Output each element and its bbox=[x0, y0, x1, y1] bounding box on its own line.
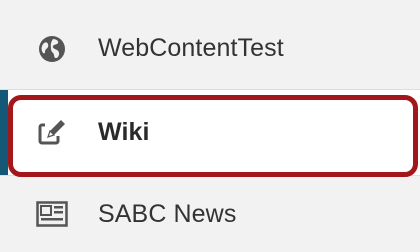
edit-icon bbox=[36, 117, 68, 149]
globe-icon bbox=[36, 33, 68, 65]
menu-item-wiki[interactable]: Wiki bbox=[0, 90, 420, 176]
menu-item-sabc-news[interactable]: SABC News bbox=[0, 176, 420, 252]
menu-item-label: WebContentTest bbox=[98, 34, 284, 62]
active-indicator bbox=[0, 90, 8, 175]
menu-item-label: SABC News bbox=[98, 199, 237, 228]
newspaper-icon bbox=[36, 198, 68, 230]
tool-menu-panel: WebContentTest Wiki SABC News bbox=[0, 0, 420, 252]
menu-item-webcontenttest[interactable]: WebContentTest bbox=[0, 8, 420, 90]
menu-item-label: Wiki bbox=[98, 118, 150, 146]
